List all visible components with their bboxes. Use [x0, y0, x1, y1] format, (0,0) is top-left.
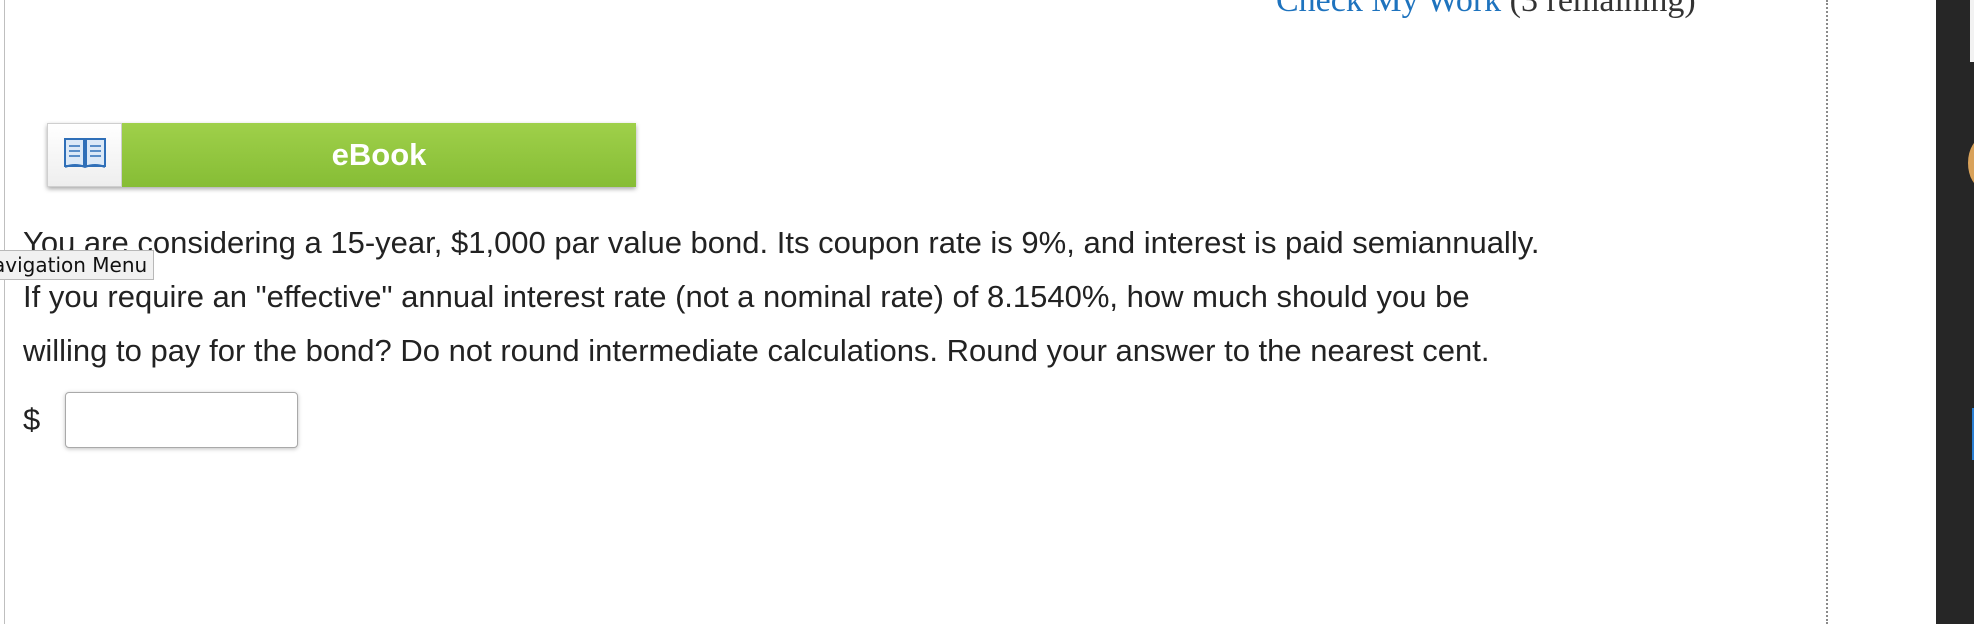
answer-input[interactable]	[65, 392, 298, 448]
question-line-1: You are considering a 15-year, $1,000 pa…	[23, 225, 1540, 260]
question-line-3: willing to pay for the bond? Do not roun…	[23, 333, 1490, 368]
check-my-work-remaining: (3 remaining)	[1501, 0, 1696, 19]
question-text: You are considering a 15-year, $1,000 pa…	[23, 216, 1823, 378]
answer-row: $	[23, 392, 298, 448]
check-my-work: Check My Work (3 remaining)	[1276, 0, 1696, 20]
side-panel	[1936, 0, 1974, 624]
left-border	[4, 0, 5, 624]
right-gutter	[1828, 0, 1936, 624]
ebook-icon-box	[47, 123, 122, 187]
ebook-label: eBook	[122, 123, 636, 187]
assignment-page: Check My Work (3 remaining) eBook You ar…	[0, 0, 1974, 624]
question-line-2: If you require an "effective" annual int…	[23, 279, 1470, 314]
side-panel-tab[interactable]	[1970, 0, 1974, 62]
navigation-menu-tooltip: avigation Menu	[0, 250, 155, 280]
currency-symbol: $	[23, 402, 41, 437]
check-my-work-link[interactable]: Check My Work	[1276, 0, 1501, 19]
book-icon	[63, 136, 106, 175]
ebook-button[interactable]: eBook	[47, 123, 636, 187]
avatar-icon[interactable]	[1968, 138, 1974, 188]
